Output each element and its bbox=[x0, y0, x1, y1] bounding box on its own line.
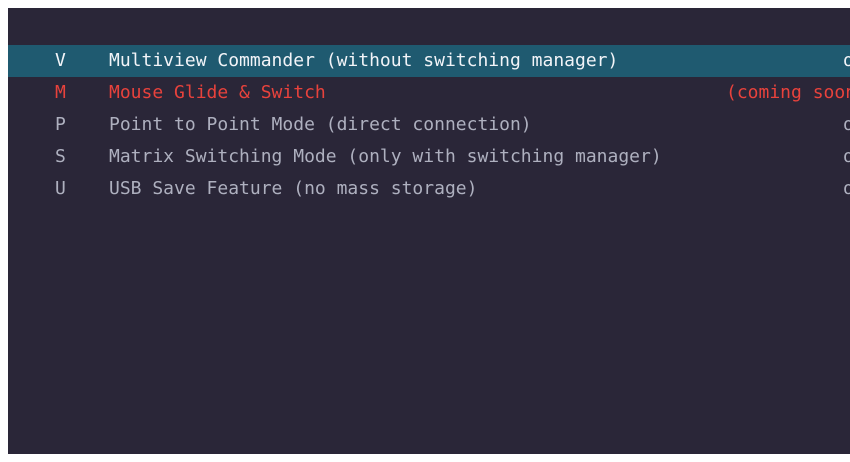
menu-item-status: o bbox=[843, 146, 850, 167]
menu-item-status: (coming soon bbox=[726, 82, 850, 103]
menu-item-usb-save-feature[interactable]: U USB Save Feature (no mass storage) o bbox=[8, 173, 850, 205]
hotkey-label: U bbox=[55, 178, 66, 199]
hotkey-label: S bbox=[55, 146, 66, 167]
hotkey-label: M bbox=[55, 82, 66, 103]
hotkey-label: P bbox=[55, 114, 66, 135]
menu-item-label: Matrix Switching Mode (only with switchi… bbox=[109, 146, 662, 167]
hotkey-label: V bbox=[55, 50, 66, 71]
menu-item-point-to-point[interactable]: P Point to Point Mode (direct connection… bbox=[8, 109, 850, 141]
menu-item-label: Point to Point Mode (direct connection) bbox=[109, 114, 532, 135]
menu-item-matrix-switching[interactable]: S Matrix Switching Mode (only with switc… bbox=[8, 141, 850, 173]
menu-item-status: o bbox=[843, 178, 850, 199]
menu-item-mouse-glide-switch[interactable]: M Mouse Glide & Switch (coming soon bbox=[8, 77, 850, 109]
menu-item-label: Multiview Commander (without switching m… bbox=[109, 50, 619, 71]
osd-screen: V Multiview Commander (without switching… bbox=[8, 8, 850, 454]
menu-item-status: o bbox=[843, 114, 850, 135]
menu-item-label: Mouse Glide & Switch bbox=[109, 82, 326, 103]
menu-item-status: o bbox=[843, 50, 850, 71]
menu-item-label: USB Save Feature (no mass storage) bbox=[109, 178, 478, 199]
menu-item-multiview-commander[interactable]: V Multiview Commander (without switching… bbox=[8, 45, 850, 77]
mode-menu: V Multiview Commander (without switching… bbox=[8, 45, 850, 205]
